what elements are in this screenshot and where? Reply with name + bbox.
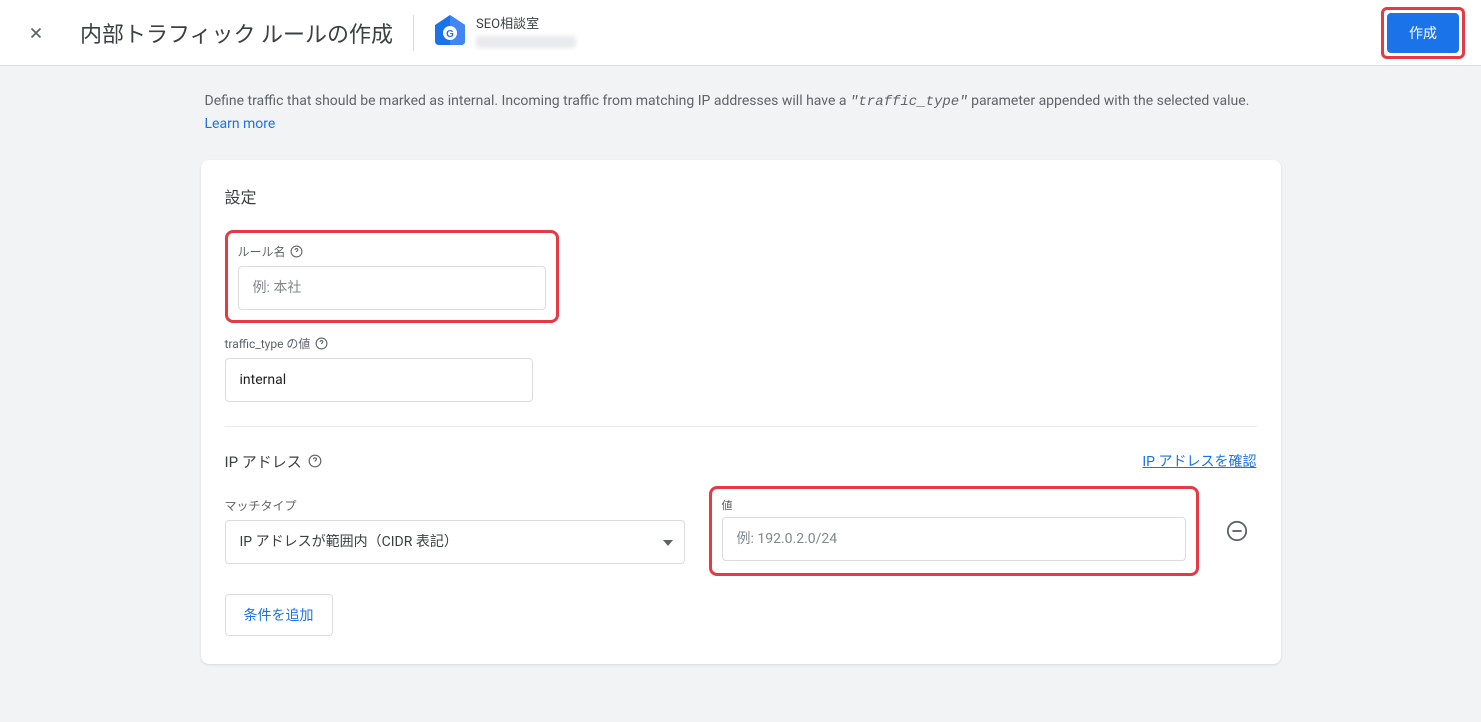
remove-condition-button[interactable] [1217,511,1257,551]
value-highlight: 値 [709,486,1199,576]
match-type-label: マッチタイプ [225,497,685,514]
rule-name-highlight: ルール名 [225,230,559,323]
traffic-type-label-text: traffic_type の値 [225,335,311,352]
traffic-type-group: traffic_type の値 [225,335,1257,402]
rule-name-input[interactable] [238,266,546,310]
match-type-select[interactable]: IP アドレスが範囲内（CIDR 表記） [225,520,685,564]
page-title: 内部トラフィック ルールの作成 [80,17,393,49]
help-icon[interactable] [314,336,328,350]
ip-section-title: IP アドレス [225,451,322,472]
property-info: SEO相談室 [476,17,576,48]
remove-circle-icon [1226,520,1248,542]
desc-code: "traffic_type" [850,94,968,110]
create-button[interactable]: 作成 [1387,13,1459,53]
rule-name-label-text: ルール名 [238,243,286,260]
gtag-icon: G [434,15,466,51]
description-text: Define traffic that should be marked as … [201,90,1281,136]
match-type-group: マッチタイプ IP アドレスが範囲内（CIDR 表記） [225,497,685,564]
ip-section-header: IP アドレス IP アドレスを確認 [225,451,1257,472]
create-button-highlight: 作成 [1381,7,1465,59]
ip-value-input[interactable] [722,517,1186,561]
ip-title-text: IP アドレス [225,451,302,472]
svg-text:G: G [446,29,454,40]
page-header: 内部トラフィック ルールの作成 G SEO相談室 作成 [0,0,1481,66]
rule-name-label: ルール名 [238,243,546,260]
desc-part1: Define traffic that should be marked as … [205,93,850,109]
close-button[interactable] [16,13,56,53]
property-name: SEO相談室 [476,17,576,34]
header-divider [413,15,414,51]
desc-part2: parameter appended with the selected val… [968,93,1250,109]
help-icon[interactable] [290,244,304,258]
learn-more-link[interactable]: Learn more [205,116,276,132]
section-divider [225,426,1257,427]
check-ip-link[interactable]: IP アドレスを確認 [1142,451,1256,471]
settings-card: 設定 ルール名 traffic_type の値 [201,160,1281,664]
ip-condition-row: マッチタイプ IP アドレスが範囲内（CIDR 表記） 値 [225,486,1257,576]
settings-title: 設定 [225,184,1257,208]
help-icon[interactable] [308,454,322,468]
value-group: 値 [709,486,1199,576]
close-icon [27,24,45,42]
traffic-type-input[interactable] [225,358,533,402]
value-label: 値 [722,497,1186,513]
traffic-type-label: traffic_type の値 [225,335,1257,352]
property-subtext [476,36,576,48]
rule-name-group: ルール名 [238,243,546,310]
add-condition-button[interactable]: 条件を追加 [225,594,333,636]
main-container: Define traffic that should be marked as … [201,66,1281,704]
